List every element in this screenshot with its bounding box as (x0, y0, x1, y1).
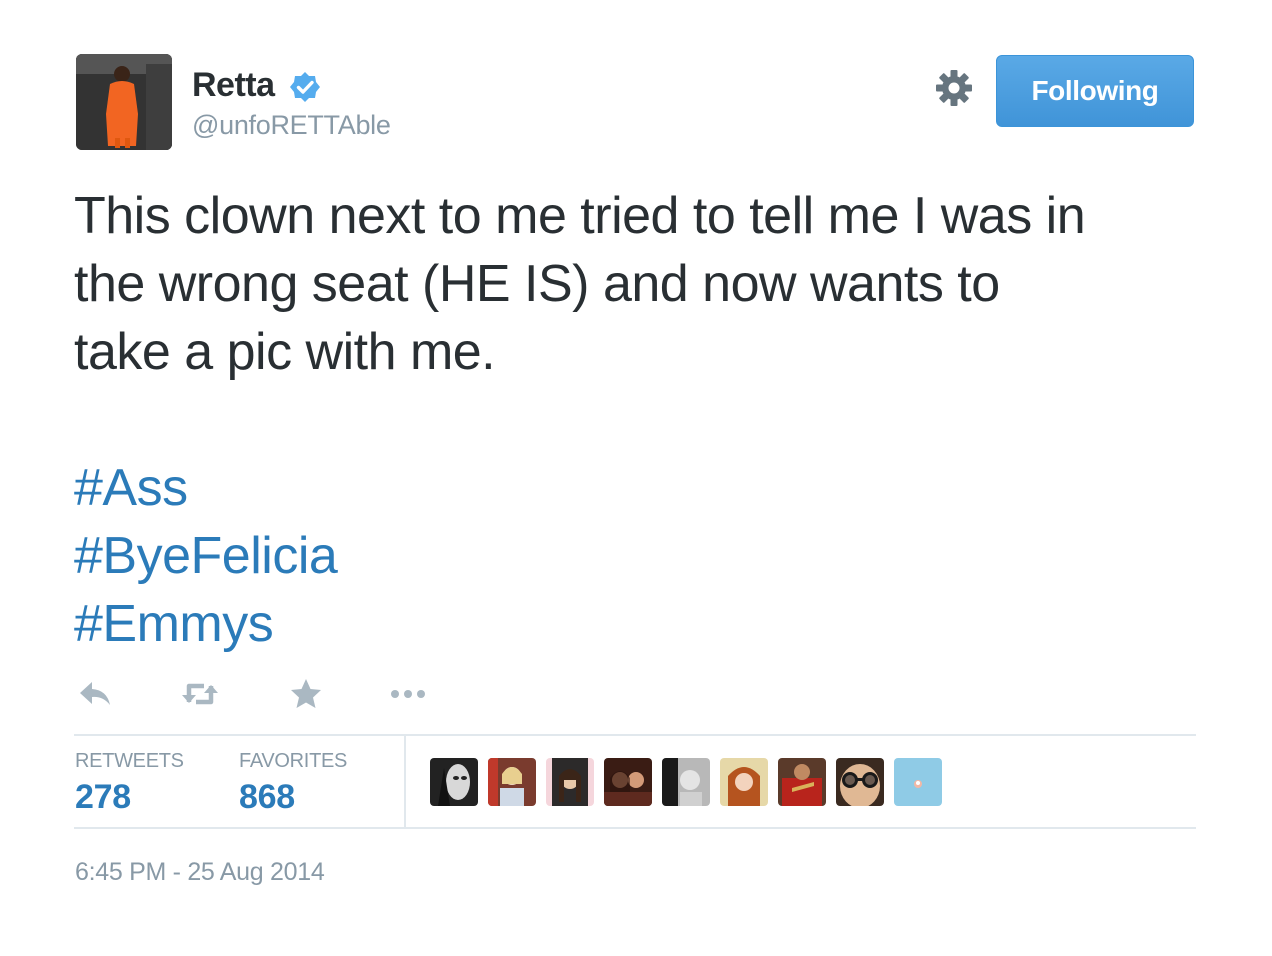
favoriter-photo (836, 758, 884, 806)
favorite-star-icon[interactable] (286, 676, 326, 712)
favoriter-avatar[interactable] (836, 758, 884, 806)
author-display-name[interactable]: Retta (192, 66, 275, 105)
retweets-count: 278 (75, 778, 131, 816)
favoriter-photo (778, 758, 826, 806)
favoriter-avatar[interactable] (430, 758, 478, 806)
favoriter-photo (430, 758, 478, 806)
favoriter-avatar[interactable] (488, 758, 536, 806)
retweets-label: RETWEETS (75, 750, 184, 772)
more-options-icon[interactable] (388, 676, 428, 712)
hashtag-list: #Ass #ByeFelicia #Emmys (74, 454, 338, 658)
tweet-text-line: take a pic with me. (74, 323, 496, 381)
stats-bottom-divider (74, 827, 1196, 829)
gear-icon[interactable] (934, 68, 974, 108)
favorites-label: FAVORITES (239, 750, 348, 772)
verified-badge-icon (290, 72, 320, 102)
tweet-text: This clown next to me tried to tell me I… (74, 182, 1204, 386)
avatar-photo (76, 54, 172, 150)
stats-top-divider (74, 734, 1196, 736)
favoriter-photo (488, 758, 536, 806)
tweet-text-line: the wrong seat (HE IS) and now wants to (74, 255, 1000, 313)
hashtag-link-byefelicia[interactable]: #ByeFelicia (74, 522, 338, 590)
author-avatar[interactable] (76, 54, 172, 150)
favorites-stat[interactable]: FAVORITES 868 (239, 750, 347, 817)
reply-icon[interactable] (76, 676, 116, 712)
favoriter-photo (604, 758, 652, 806)
following-button[interactable]: Following (996, 55, 1194, 127)
favoriter-avatar[interactable] (894, 758, 942, 806)
retweet-icon[interactable] (180, 676, 220, 712)
hashtag-link-emmys[interactable]: #Emmys (74, 590, 337, 658)
favoriter-avatar[interactable] (546, 758, 594, 806)
favorites-count: 868 (239, 778, 295, 816)
favoriter-avatar[interactable] (662, 758, 710, 806)
favoriter-avatar[interactable] (778, 758, 826, 806)
favoriter-photo (720, 758, 768, 806)
tweet-timestamp[interactable]: 6:45 PM - 25 Aug 2014 (75, 858, 325, 887)
stats-vertical-divider (404, 736, 406, 828)
favoriter-photo (546, 758, 594, 806)
hashtag-link-ass[interactable]: #Ass (74, 454, 337, 522)
favoriter-avatar[interactable] (604, 758, 652, 806)
tweet-text-line: This clown next to me tried to tell me I… (74, 187, 1086, 245)
favoriter-photo (894, 758, 942, 806)
favoriter-photo (662, 758, 710, 806)
retweets-stat[interactable]: RETWEETS 278 (75, 750, 184, 817)
favoriter-avatar[interactable] (720, 758, 768, 806)
author-handle[interactable]: @unfoRETTAble (192, 110, 391, 141)
